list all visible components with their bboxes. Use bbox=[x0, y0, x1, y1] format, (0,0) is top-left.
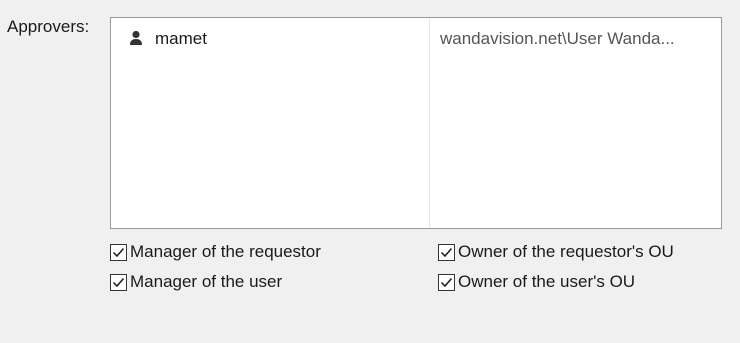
checkbox-manager-of-requestor[interactable]: Manager of the requestor bbox=[110, 242, 321, 262]
user-icon bbox=[129, 30, 143, 46]
checkbox-label: Owner of the user's OU bbox=[458, 272, 636, 291]
approver-domain: wandavision.net\User Wanda... bbox=[440, 29, 675, 48]
checkbox-box[interactable] bbox=[110, 243, 127, 261]
approvers-label: Approvers: bbox=[7, 17, 90, 36]
checkbox-owner-of-user-ou[interactable]: Owner of the user's OU bbox=[438, 272, 635, 292]
checkbox-label: Owner of the requestor's OU bbox=[458, 242, 674, 261]
checkbox-label: Manager of the user bbox=[130, 272, 283, 291]
approver-name: mamet bbox=[155, 29, 207, 48]
checkbox-box[interactable] bbox=[438, 273, 455, 291]
checkbox-label: Manager of the requestor bbox=[130, 242, 321, 261]
checkbox-manager-of-user[interactable]: Manager of the user bbox=[110, 272, 282, 292]
approvers-list[interactable]: mamet wandavision.net\User Wanda... bbox=[110, 17, 722, 229]
approver-row[interactable]: mamet wandavision.net\User Wanda... bbox=[111, 25, 721, 55]
checkbox-owner-of-requestor-ou[interactable]: Owner of the requestor's OU bbox=[438, 242, 674, 262]
checkbox-box[interactable] bbox=[110, 273, 127, 291]
checkbox-box[interactable] bbox=[438, 243, 455, 261]
